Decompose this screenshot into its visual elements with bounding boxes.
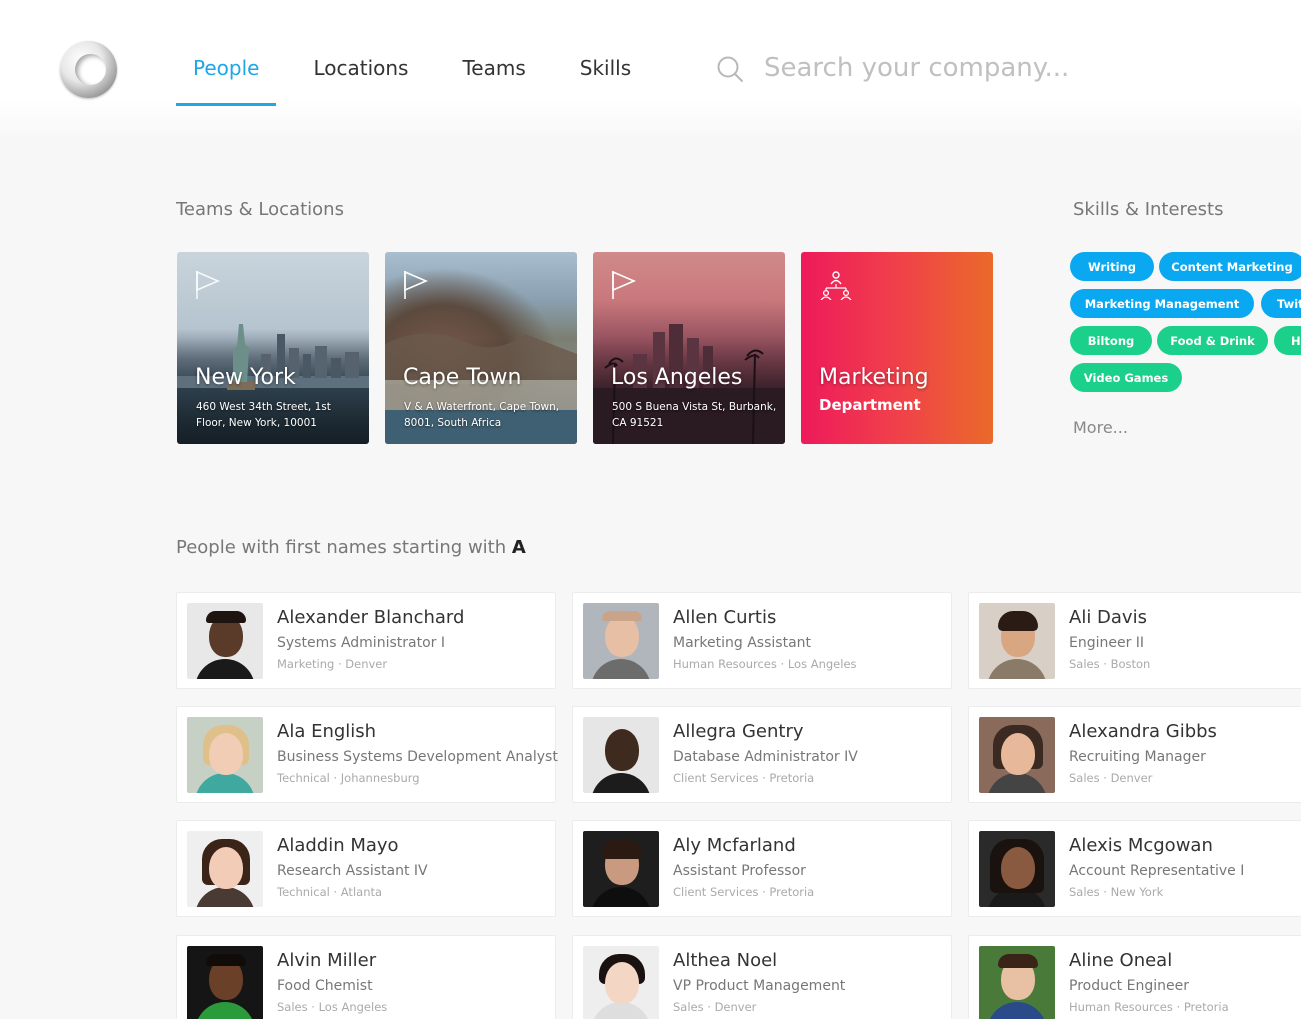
person-meta: Technical · Johannesburg <box>277 771 420 785</box>
person-card[interactable]: Althea Noel VP Product Management Sales … <box>572 935 952 1019</box>
location-address: V & A Waterfront, Cape Town, 8001, South… <box>404 401 560 429</box>
skill-tag-video-games[interactable]: Video Games <box>1070 363 1182 392</box>
person-role: Food Chemist <box>277 978 373 994</box>
person-name: Alexander Blanchard <box>277 607 465 628</box>
people-title-prefix: People with first names starting with <box>176 537 507 558</box>
tab-locations[interactable]: Locations <box>296 0 425 106</box>
main-nav: People Locations Teams Skills <box>176 0 668 106</box>
skills-more-link[interactable]: More... <box>1073 418 1128 437</box>
tab-teams[interactable]: Teams <box>445 0 542 106</box>
person-meta: Client Services · Pretoria <box>673 771 815 785</box>
flag-icon <box>612 270 637 299</box>
avatar <box>583 603 659 679</box>
person-card[interactable]: Alexis Mcgowan Account Representative I … <box>968 820 1301 917</box>
tab-skills[interactable]: Skills <box>563 0 648 106</box>
person-meta: Sales · Denver <box>1069 771 1153 785</box>
person-meta: Client Services · Pretoria <box>673 885 815 899</box>
team-icon <box>820 271 852 300</box>
avatar <box>187 717 263 793</box>
location-card-los-angeles[interactable]: Los Angeles 500 S Buena Vista St, Burban… <box>593 252 785 444</box>
person-card[interactable]: Alexandra Gibbs Recruiting Manager Sales… <box>968 706 1301 803</box>
skill-tag-writing[interactable]: Writing <box>1070 252 1154 281</box>
location-name: Los Angeles <box>611 365 743 390</box>
skills-interests-title: Skills & Interests <box>1073 199 1224 220</box>
avatar <box>583 717 659 793</box>
person-name: Aladdin Mayo <box>277 835 399 856</box>
person-card[interactable]: Aly Mcfarland Assistant Professor Client… <box>572 820 952 917</box>
flag-icon <box>196 270 221 299</box>
search-input[interactable] <box>764 46 1184 90</box>
flag-icon <box>404 270 429 299</box>
person-meta: Human Resources · Los Angeles <box>673 657 857 671</box>
person-role: Systems Administrator I <box>277 635 445 651</box>
person-role: Account Representative I <box>1069 863 1245 879</box>
avatar <box>583 831 659 907</box>
people-section-title: People with first names starting with A <box>176 537 526 558</box>
person-name: Alexandra Gibbs <box>1069 721 1217 742</box>
location-address: 500 S Buena Vista St, Burbank, CA 91521 <box>612 401 777 429</box>
person-role: Engineer II <box>1069 635 1145 651</box>
person-meta: Sales · Los Angeles <box>277 1000 388 1014</box>
avatar <box>979 946 1055 1019</box>
skill-tag-content-marketing[interactable]: Content Marketing <box>1159 252 1301 281</box>
team-name: Marketing <box>819 365 929 390</box>
team-subtitle: Department <box>819 396 921 414</box>
person-role: Assistant Professor <box>673 863 806 879</box>
person-name: Alvin Miller <box>277 950 377 971</box>
person-name: Allen Curtis <box>673 607 777 628</box>
skill-tag-marketing-management[interactable]: Marketing Management <box>1070 289 1254 318</box>
top-header: People Locations Teams Skills <box>0 0 1301 140</box>
person-name: Althea Noel <box>673 950 778 971</box>
tab-people[interactable]: People <box>176 0 277 106</box>
person-role: Research Assistant IV <box>277 863 428 879</box>
person-role: Recruiting Manager <box>1069 749 1206 765</box>
person-card[interactable]: Aladdin Mayo Research Assistant IV Techn… <box>176 820 556 917</box>
avatar <box>979 603 1055 679</box>
person-meta: Technical · Atlanta <box>277 885 383 899</box>
person-name: Ali Davis <box>1069 607 1147 628</box>
skill-tag-twitter[interactable]: Twitter <box>1261 289 1301 318</box>
location-name: New York <box>195 365 296 390</box>
person-role: Marketing Assistant <box>673 635 812 651</box>
avatar <box>187 946 263 1019</box>
avatar <box>583 946 659 1019</box>
person-card[interactable]: Ala English Business Systems Development… <box>176 706 558 803</box>
person-card[interactable]: Alexander Blanchard Systems Administrato… <box>176 592 556 689</box>
avatar <box>187 831 263 907</box>
avatar <box>979 831 1055 907</box>
avatar <box>187 603 263 679</box>
person-card[interactable]: Alvin Miller Food Chemist Sales · Los An… <box>176 935 556 1019</box>
search-icon[interactable] <box>716 55 744 83</box>
company-logo[interactable] <box>60 41 117 98</box>
person-name: Aline Oneal <box>1069 950 1173 971</box>
person-meta: Sales · Denver <box>673 1000 757 1014</box>
skill-tag-hiking[interactable]: Hiking <box>1274 326 1301 355</box>
person-card[interactable]: Allen Curtis Marketing Assistant Human R… <box>572 592 952 689</box>
person-card[interactable]: Allegra Gentry Database Administrator IV… <box>572 706 952 803</box>
person-card[interactable]: Aline Oneal Product Engineer Human Resou… <box>968 935 1301 1019</box>
people-title-letter: A <box>511 537 526 558</box>
person-role: VP Product Management <box>673 978 846 994</box>
avatar <box>979 717 1055 793</box>
person-role: Business Systems Development Analyst <box>277 749 558 765</box>
person-role: Database Administrator IV <box>673 749 858 765</box>
person-name: Allegra Gentry <box>673 721 804 742</box>
skill-tag-biltong[interactable]: Biltong <box>1070 326 1152 355</box>
person-name: Alexis Mcgowan <box>1069 835 1213 856</box>
location-card-cape-town[interactable]: Cape Town V & A Waterfront, Cape Town, 8… <box>385 252 577 444</box>
person-meta: Sales · New York <box>1069 885 1164 899</box>
person-meta: Marketing · Denver <box>277 657 388 671</box>
person-role: Product Engineer <box>1069 978 1189 994</box>
person-name: Ala English <box>277 721 377 742</box>
teams-locations-title: Teams & Locations <box>176 199 344 220</box>
person-meta: Human Resources · Pretoria <box>1069 1000 1229 1014</box>
location-address: 460 West 34th Street, 1st Floor, New Yor… <box>196 401 331 429</box>
location-card-new-york[interactable]: New York 460 West 34th Street, 1st Floor… <box>177 252 369 444</box>
person-name: Aly Mcfarland <box>673 835 796 856</box>
skill-tag-food-drink[interactable]: Food & Drink <box>1157 326 1268 355</box>
person-card[interactable]: Ali Davis Engineer II Sales · Boston <box>968 592 1301 689</box>
team-card-marketing[interactable]: Marketing Department <box>801 252 993 444</box>
location-name: Cape Town <box>403 365 522 390</box>
person-meta: Sales · Boston <box>1069 657 1151 671</box>
